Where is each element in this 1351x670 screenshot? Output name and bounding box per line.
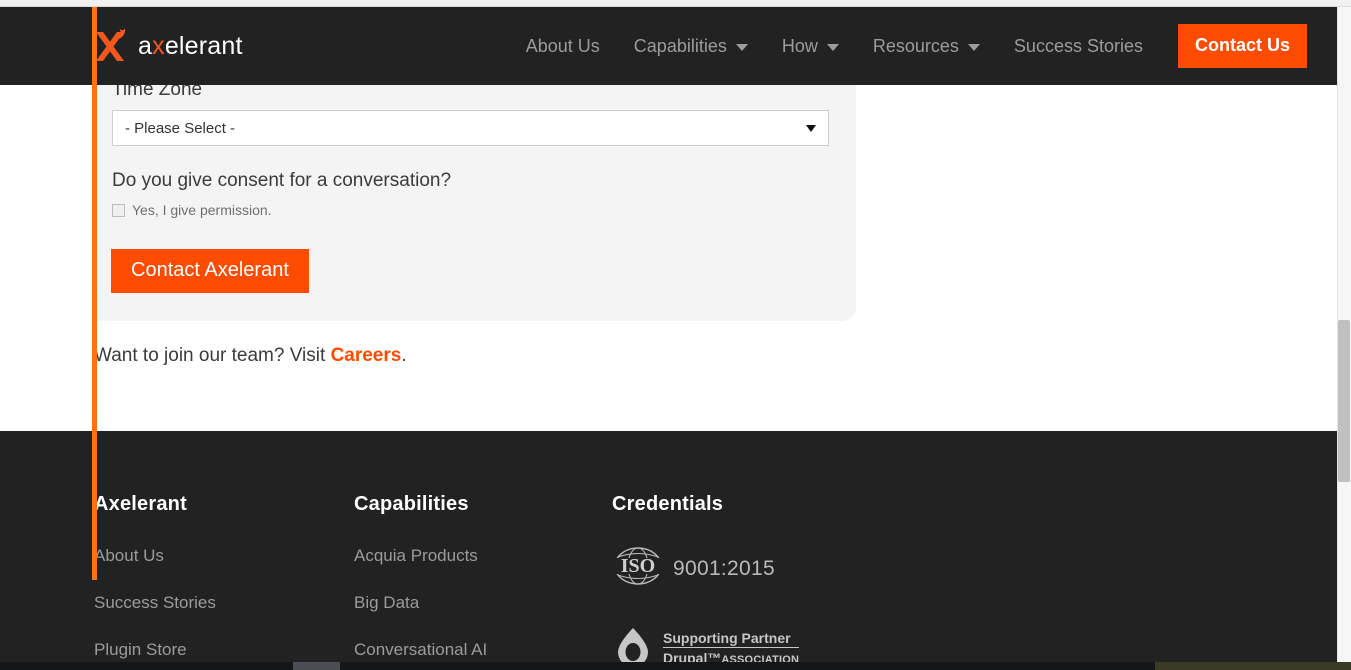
footer-link-plugin-store[interactable]: Plugin Store	[94, 640, 216, 660]
footer-link-success-stories[interactable]: Success Stories	[94, 593, 216, 613]
nav-contact-us-button[interactable]: Contact Us	[1177, 24, 1307, 68]
caret-down-icon	[806, 124, 816, 132]
nav-label-about-us: About Us	[525, 36, 600, 56]
taskbar-active-window-item[interactable]	[293, 662, 340, 670]
footer-link-conversational-ai[interactable]: Conversational AI	[354, 640, 487, 660]
page-scrollbar-thumb[interactable]	[1338, 320, 1350, 482]
nav-label-success-stories: Success Stories	[1013, 36, 1143, 56]
nav-label-capabilities: Capabilities	[633, 36, 727, 56]
site-logo[interactable]: axelerant	[94, 24, 243, 68]
chevron-down-icon	[735, 43, 748, 51]
nav-label-resources: Resources	[872, 36, 959, 56]
footer-link-big-data[interactable]: Big Data	[354, 593, 487, 613]
browser-chrome-strip	[0, 0, 1351, 7]
nav-item-resources[interactable]: Resources	[856, 7, 997, 85]
footer-link-about-us[interactable]: About Us	[94, 546, 216, 566]
careers-text-before: Want to join our team? Visit	[94, 345, 331, 366]
consent-checkbox-label: Yes, I give permission.	[132, 202, 272, 218]
footer-column-credentials: Credentials ISO 9001:2015 Supporting Par…	[612, 493, 800, 670]
site-header: axelerant About Us Capabilities How Reso…	[0, 7, 1337, 85]
careers-link[interactable]: Careers	[331, 345, 402, 366]
chevron-down-icon	[967, 43, 980, 51]
footer-column-axelerant: Axelerant About Us Success Stories Plugi…	[94, 493, 216, 670]
chevron-down-icon	[826, 43, 839, 51]
os-taskbar[interactable]	[0, 662, 1351, 670]
svg-text:ISO: ISO	[621, 555, 655, 577]
logo-text-accent: x	[152, 31, 165, 60]
nav-item-about-us[interactable]: About Us	[509, 7, 617, 85]
main-navigation: About Us Capabilities How Resources Succ…	[509, 7, 1307, 85]
timezone-select[interactable]: - Please Select -	[112, 110, 829, 146]
iso-credential: ISO 9001:2015	[612, 546, 799, 591]
careers-text-after: .	[401, 345, 407, 366]
drupal-supporting-partner-label: Supporting Partner	[663, 630, 800, 649]
consent-checkbox-row[interactable]: Yes, I give permission.	[112, 202, 272, 218]
site-footer: Axelerant About Us Success Stories Plugi…	[0, 431, 1337, 670]
iso-standard-label: 9001:2015	[673, 556, 775, 580]
careers-line: Want to join our team? Visit Careers.	[94, 345, 407, 367]
orange-accent-bar	[92, 7, 97, 580]
nav-item-capabilities[interactable]: Capabilities	[617, 7, 765, 85]
consent-checkbox[interactable]	[112, 203, 125, 217]
footer-column-capabilities: Capabilities Acquia Products Big Data Co…	[354, 493, 487, 670]
footer-link-acquia-products[interactable]: Acquia Products	[354, 546, 487, 566]
footer-heading-credentials: Credentials	[612, 493, 724, 515]
consent-question: Do you give consent for a conversation?	[112, 170, 452, 191]
screenshot-root: Time Zone - Please Select - Do you give …	[0, 0, 1351, 670]
site-logo-text: axelerant	[138, 31, 243, 60]
nav-label-how: How	[781, 36, 818, 56]
footer-heading-capabilities: Capabilities	[354, 493, 469, 515]
nav-item-how[interactable]: How	[765, 7, 856, 85]
contact-axelerant-submit-button[interactable]: Contact Axelerant	[111, 249, 309, 293]
timezone-select-value: - Please Select -	[125, 119, 236, 137]
nav-item-success-stories[interactable]: Success Stories	[997, 7, 1160, 85]
taskbar-clock-area[interactable]	[1155, 662, 1351, 670]
iso-globe-icon: ISO	[612, 546, 664, 591]
logo-text-before: a	[138, 31, 153, 60]
page-viewport: Time Zone - Please Select - Do you give …	[0, 7, 1337, 670]
axelerant-x-icon	[94, 25, 132, 67]
footer-heading-axelerant: Axelerant	[94, 493, 187, 515]
logo-text-after: elerant	[164, 31, 243, 60]
